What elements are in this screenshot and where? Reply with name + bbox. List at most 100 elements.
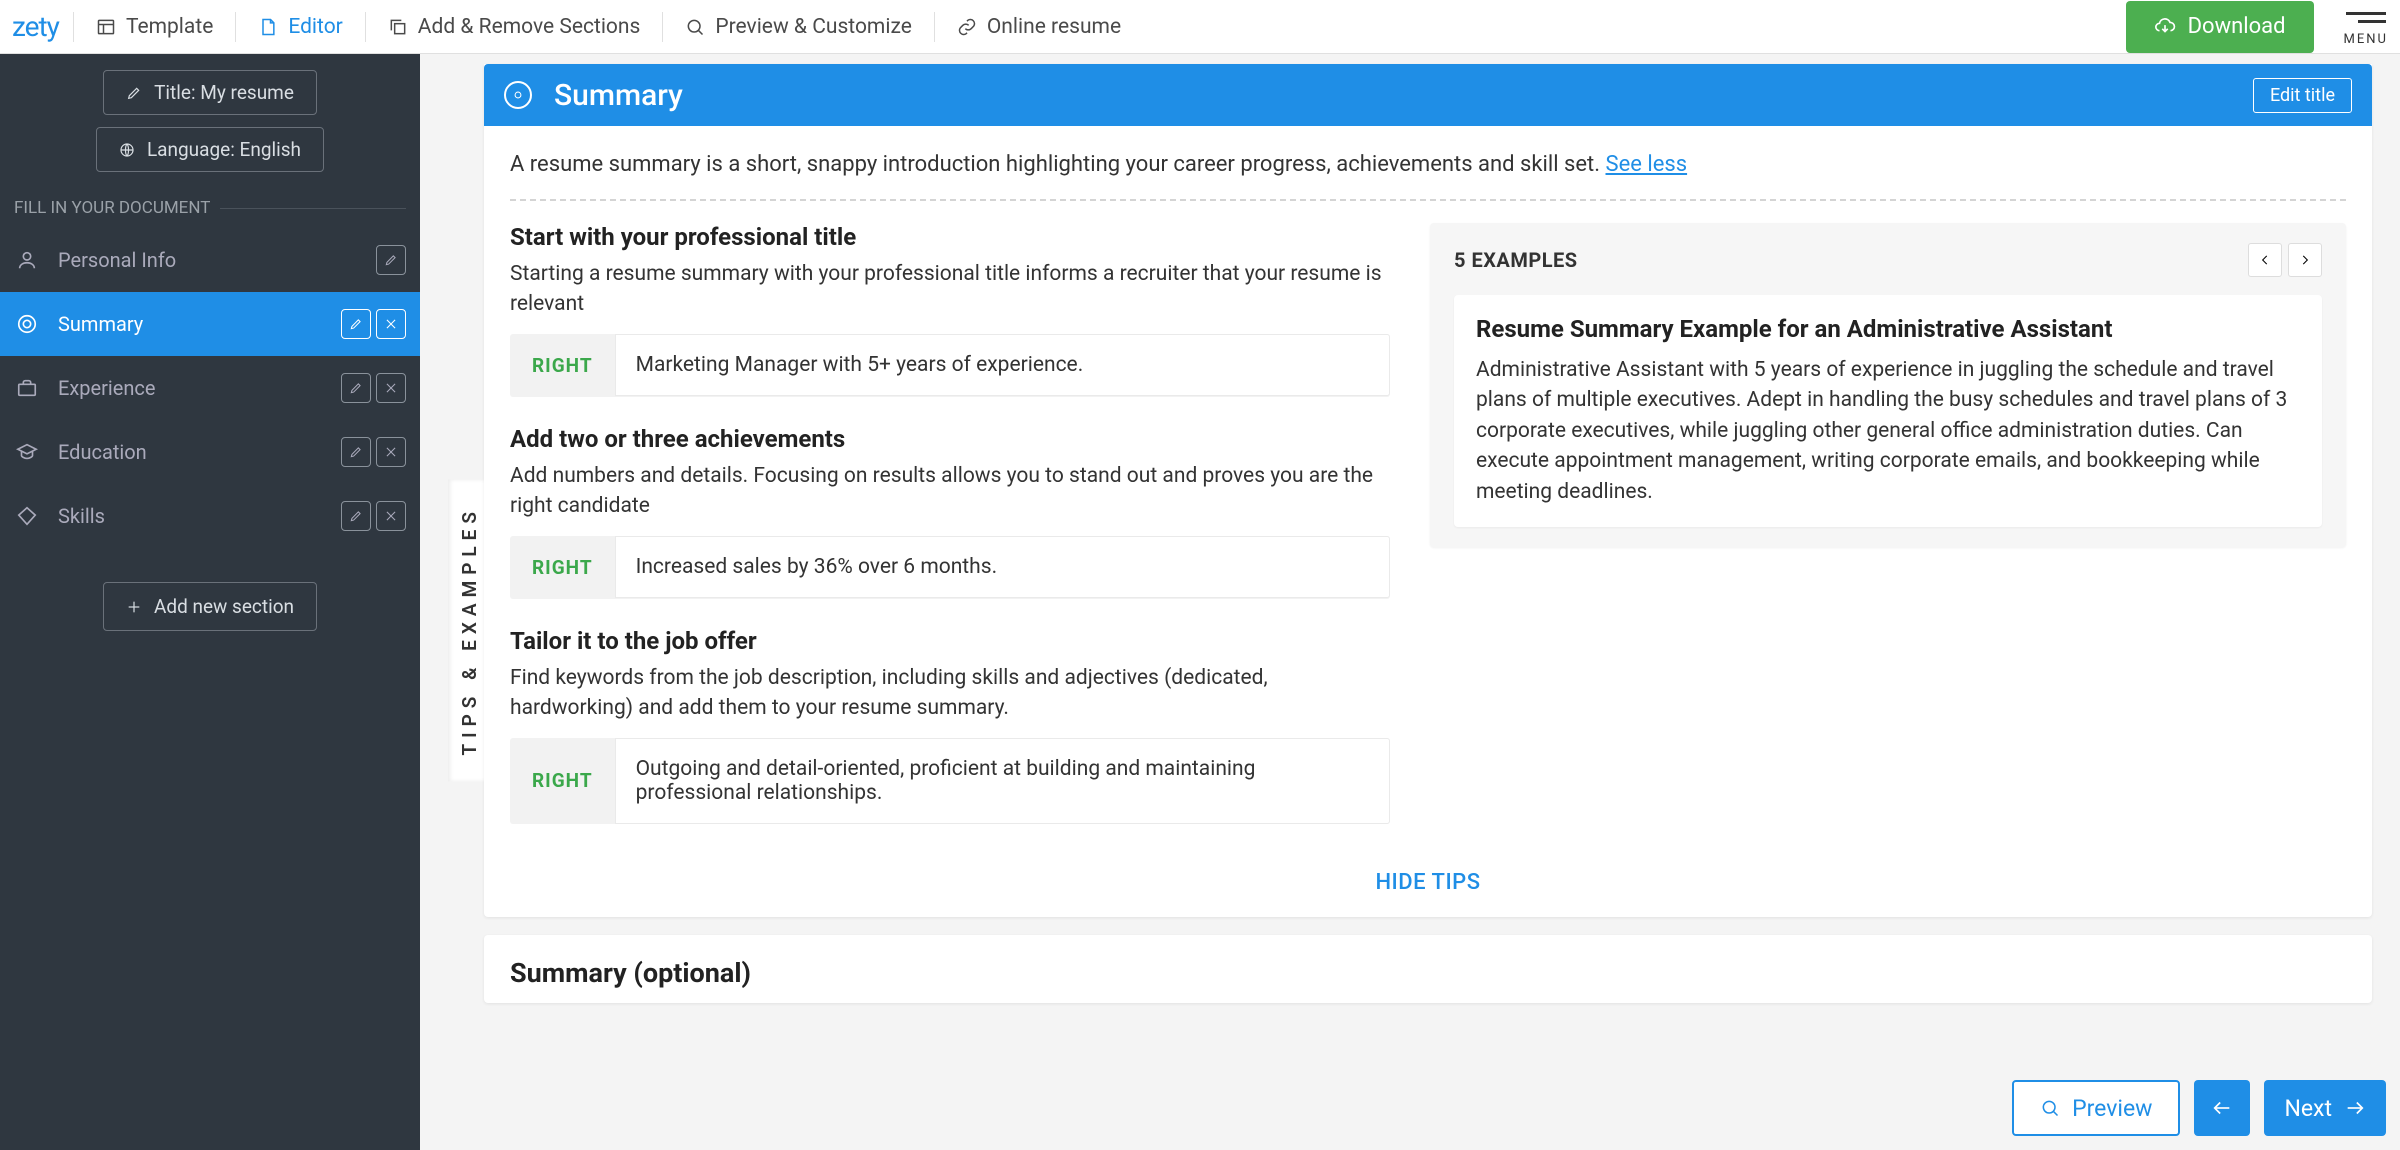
sidebar: Title: My resume Language: English FILL … (0, 54, 420, 1150)
edit-button[interactable] (341, 309, 371, 339)
tip-description: Find keywords from the job description, … (510, 663, 1390, 724)
pencil-icon (126, 85, 142, 101)
topbar: zety Template Editor Add & Remove Sectio… (0, 0, 2400, 54)
divider (934, 12, 935, 42)
add-section-button[interactable]: Add new section (103, 582, 317, 631)
nav-sections[interactable]: Add & Remove Sections (368, 0, 661, 54)
delete-button[interactable] (376, 309, 406, 339)
nav-editor-label: Editor (288, 15, 342, 39)
tip-description: Add numbers and details. Focusing on res… (510, 461, 1390, 522)
divider (73, 12, 74, 42)
footer-buttons: Preview Next (2012, 1080, 2386, 1136)
target-icon (504, 81, 532, 109)
nav-template[interactable]: Template (76, 0, 233, 54)
person-icon (14, 249, 40, 271)
delete-button[interactable] (376, 373, 406, 403)
tip-heading: Tailor it to the job offer (510, 627, 1390, 655)
link-icon (957, 17, 977, 37)
panel-header: Summary Edit title (484, 64, 2372, 126)
right-text: Marketing Manager with 5+ years of exper… (615, 334, 1390, 396)
nav-template-label: Template (126, 15, 213, 39)
document-icon (258, 17, 278, 37)
nav-sections-label: Add & Remove Sections (418, 15, 641, 39)
language-button-label: Language: English (147, 138, 301, 161)
right-text: Increased sales by 36% over 6 months. (615, 536, 1390, 598)
examples-column: 5 EXAMPLES Resume Summary Example for an… (1430, 223, 2346, 852)
edit-button[interactable] (341, 501, 371, 531)
edit-button[interactable] (376, 245, 406, 275)
sidebar-item-summary[interactable]: Summary (0, 292, 420, 356)
layout-icon (96, 17, 116, 37)
tip-1: Start with your professional title Start… (510, 223, 1390, 397)
sidebar-section-header: FILL IN YOUR DOCUMENT (0, 182, 420, 228)
graduation-icon (14, 441, 40, 463)
edit-button[interactable] (341, 373, 371, 403)
sidebar-item-label: Education (58, 440, 323, 464)
tip-2: Add two or three achievements Add number… (510, 425, 1390, 599)
delete-button[interactable] (376, 501, 406, 531)
download-button[interactable]: Download (2126, 1, 2314, 53)
hamburger-icon (2346, 7, 2386, 28)
sidebar-item-label: Personal Info (58, 248, 358, 272)
edit-button[interactable] (341, 437, 371, 467)
globe-icon (119, 142, 135, 158)
sidebar-item-label: Summary (58, 312, 323, 336)
summary-optional-section: Summary (optional) (484, 935, 2372, 1003)
example-box: RIGHT Marketing Manager with 5+ years of… (510, 334, 1390, 397)
back-button[interactable] (2194, 1080, 2250, 1136)
search-icon (685, 17, 705, 37)
tips-column: Start with your professional title Start… (510, 223, 1390, 852)
nav-online-resume[interactable]: Online resume (937, 0, 1141, 54)
right-tag: RIGHT (510, 536, 615, 599)
main: Summary Edit title A resume summary is a… (420, 54, 2400, 1150)
tip-heading: Start with your professional title (510, 223, 1390, 251)
right-tag: RIGHT (510, 749, 615, 812)
summary-panel: Summary Edit title A resume summary is a… (484, 64, 2372, 917)
examples-count: 5 EXAMPLES (1454, 248, 2242, 272)
title-button[interactable]: Title: My resume (103, 70, 317, 115)
logo[interactable]: zety (12, 10, 71, 43)
search-icon (2040, 1098, 2060, 1118)
right-text: Outgoing and detail-oriented, proficient… (615, 738, 1390, 824)
nav-online-label: Online resume (987, 15, 1121, 39)
intro-text: A resume summary is a short, snappy intr… (510, 152, 2346, 201)
add-section-label: Add new section (154, 595, 294, 618)
tag-icon (14, 505, 40, 527)
chevron-left-icon (2258, 253, 2272, 267)
sidebar-item-experience[interactable]: Experience (0, 356, 420, 420)
menu-button[interactable]: MENU (2344, 7, 2388, 47)
sidebar-item-personal-info[interactable]: Personal Info (0, 228, 420, 292)
sidebar-item-label: Skills (58, 504, 323, 528)
edit-title-button[interactable]: Edit title (2253, 78, 2352, 113)
panel-title: Summary (554, 78, 2231, 113)
divider (235, 12, 236, 42)
copy-icon (388, 17, 408, 37)
sidebar-item-skills[interactable]: Skills (0, 484, 420, 548)
hide-tips-link[interactable]: HIDE TIPS (1375, 870, 1480, 895)
tip-3: Tailor it to the job offer Find keywords… (510, 627, 1390, 824)
nav-preview-label: Preview & Customize (715, 15, 912, 39)
briefcase-icon (14, 377, 40, 399)
right-tag: RIGHT (510, 334, 615, 397)
examples-card: 5 EXAMPLES Resume Summary Example for an… (1430, 223, 2346, 547)
divider (365, 12, 366, 42)
cloud-download-icon (2154, 16, 2176, 38)
preview-label: Preview (2072, 1095, 2152, 1122)
preview-button[interactable]: Preview (2012, 1080, 2180, 1136)
example-box: RIGHT Increased sales by 36% over 6 mont… (510, 536, 1390, 599)
see-less-link[interactable]: See less (1606, 152, 1688, 177)
chevron-right-icon (2298, 253, 2312, 267)
language-button[interactable]: Language: English (96, 127, 324, 172)
download-label: Download (2188, 14, 2286, 39)
nav-editor[interactable]: Editor (238, 0, 362, 54)
delete-button[interactable] (376, 437, 406, 467)
menu-label: MENU (2344, 32, 2388, 47)
arrow-right-icon (2344, 1097, 2366, 1119)
nav-preview[interactable]: Preview & Customize (665, 0, 932, 54)
example-title: Resume Summary Example for an Administra… (1476, 315, 2300, 343)
prev-example-button[interactable] (2248, 243, 2282, 277)
sidebar-item-education[interactable]: Education (0, 420, 420, 484)
next-example-button[interactable] (2288, 243, 2322, 277)
example-body: Resume Summary Example for an Administra… (1454, 295, 2322, 527)
next-button[interactable]: Next (2264, 1080, 2386, 1136)
